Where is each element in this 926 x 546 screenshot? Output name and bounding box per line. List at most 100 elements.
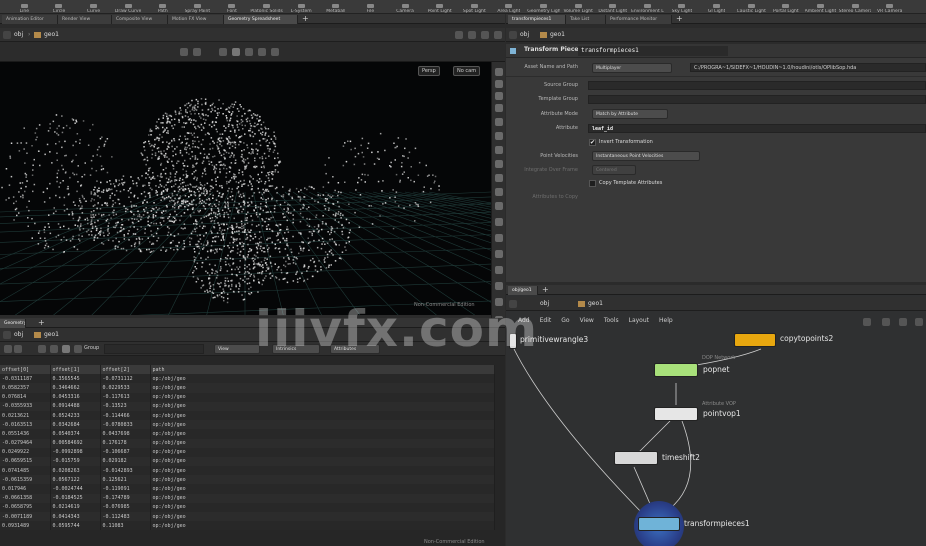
table-row[interactable]: -0.0658795 0.0214619 -0.076985 op:/obj/geo xyxy=(0,502,495,512)
snapshot-icon[interactable] xyxy=(193,48,201,56)
home-icon[interactable] xyxy=(495,104,503,112)
shelf-tool[interactable]: Metaball xyxy=(320,0,353,14)
tab-geometry-spreadsheet[interactable]: Geometry Spreadsheet xyxy=(224,15,298,24)
template-group-field[interactable] xyxy=(588,95,926,104)
shelf-tool[interactable]: Curve xyxy=(77,0,110,14)
cam-menu[interactable]: No cam xyxy=(453,66,481,76)
tab-transformpieces[interactable]: transformpieces1 xyxy=(508,15,566,24)
vertices-mode-icon[interactable] xyxy=(14,345,22,353)
display-options-icon[interactable] xyxy=(180,48,188,56)
light-icon[interactable] xyxy=(495,92,503,100)
table-row[interactable]: 0.017946 -0.0024744 -0.119091 op:/obj/geo xyxy=(0,484,495,494)
render-icon[interactable] xyxy=(495,250,503,258)
table-row[interactable]: -0.0661358 -0.0184525 -0.174789 op:/obj/geo xyxy=(0,493,495,503)
uv-icon[interactable] xyxy=(495,188,503,196)
path-node[interactable]: geo1 xyxy=(550,30,565,40)
detail-mode-icon[interactable] xyxy=(50,345,58,353)
handle-icon[interactable] xyxy=(258,48,266,56)
camera-icon[interactable] xyxy=(495,234,503,242)
shading-icon[interactable] xyxy=(219,48,227,56)
shelf-tool[interactable]: Caustic Light xyxy=(735,0,768,14)
table-row[interactable]: 0.076814 0.0453316 -0.117613 op:/obj/geo xyxy=(0,392,495,402)
points-mode-icon[interactable] xyxy=(4,345,12,353)
node-name-field[interactable]: transformpieces1 xyxy=(578,46,728,56)
ortho-icon[interactable] xyxy=(495,80,503,88)
add-tab-icon[interactable]: + xyxy=(676,14,683,23)
flipbook-icon[interactable] xyxy=(495,282,503,290)
group-field[interactable] xyxy=(104,344,204,354)
attribute-field[interactable]: leaf_id xyxy=(588,124,926,133)
table-row[interactable]: 0.0551436 0.0540374 0.0437698 op:/obj/geo xyxy=(0,429,495,439)
copy-template-attributes-checkbox[interactable] xyxy=(589,180,596,187)
shelf-tool[interactable]: Draw Curve xyxy=(112,0,145,14)
attribute-mode-menu[interactable]: Match by Attribute xyxy=(592,109,668,119)
point-velocities-menu[interactable]: Instantaneous Point Velocities xyxy=(592,151,700,161)
column-header[interactable]: offset[1] xyxy=(50,365,101,375)
shelf-tool[interactable]: Area Light xyxy=(493,0,526,14)
points-icon[interactable] xyxy=(495,174,503,182)
tab-performance-monitor[interactable]: Performance Monitor xyxy=(606,15,672,24)
tab-take-list[interactable]: Take List xyxy=(566,15,606,24)
shelf-tool[interactable]: Line xyxy=(8,0,41,14)
table-row[interactable]: 0.0213621 0.0524233 -0.114466 op:/obj/geo xyxy=(0,410,495,421)
copytopoints-node[interactable] xyxy=(734,333,776,347)
primitives-mode-icon[interactable] xyxy=(38,345,46,353)
shelf-tool[interactable]: Circle xyxy=(43,0,76,14)
column-header[interactable]: path xyxy=(150,365,495,375)
shelf-tool[interactable]: Camera xyxy=(389,0,422,14)
timeshift-node[interactable] xyxy=(614,451,658,465)
info-icon[interactable] xyxy=(495,266,503,274)
persp-icon[interactable] xyxy=(495,68,503,76)
split-icon[interactable] xyxy=(468,31,476,39)
shelf-tool[interactable]: File xyxy=(354,0,387,14)
shelf-tool[interactable]: Font xyxy=(216,0,249,14)
column-header[interactable]: offset[0] xyxy=(0,365,51,375)
integrate-over-frame-menu[interactable]: Centered xyxy=(592,165,636,175)
tab-composite-view[interactable]: Composite View xyxy=(112,15,168,24)
back-icon[interactable] xyxy=(3,331,11,339)
popnet-node[interactable] xyxy=(654,363,698,377)
add-tab-icon[interactable]: + xyxy=(38,318,45,327)
table-row[interactable]: 0.0931489 0.0595744 0.11083 op:/obj/geo xyxy=(0,521,495,531)
view-menu[interactable]: View xyxy=(214,344,260,354)
shelf-tool[interactable]: Platonic Solids xyxy=(250,0,283,14)
ghost-icon[interactable] xyxy=(495,132,503,140)
invert-transformation-checkbox[interactable]: ✔ xyxy=(589,139,596,146)
shelf-tool[interactable]: Stereo Camera xyxy=(839,0,871,14)
shelf-tool[interactable]: Volume Light xyxy=(562,0,595,14)
table-row[interactable]: -0.0071189 0.0414343 -0.112483 op:/obj/geo xyxy=(0,512,495,522)
scene-viewport[interactable]: Persp No cam Non-Commercial Edition xyxy=(0,62,491,315)
path-node[interactable]: geo1 xyxy=(44,330,59,340)
pin-icon[interactable] xyxy=(455,31,463,39)
path-context[interactable]: obj xyxy=(520,30,529,40)
record-icon[interactable] xyxy=(495,298,503,306)
tab-render-view[interactable]: Render View xyxy=(58,15,112,24)
select-icon[interactable] xyxy=(232,48,240,56)
snap-icon[interactable] xyxy=(271,48,279,56)
grid-icon[interactable] xyxy=(495,202,503,210)
back-icon[interactable] xyxy=(3,31,11,39)
normals-icon[interactable] xyxy=(495,160,503,168)
primitivewrangle-node[interactable] xyxy=(509,333,517,349)
shelf-tool[interactable]: Sky Light xyxy=(666,0,699,14)
asset-menu[interactable]: Multiplayer xyxy=(592,63,672,73)
tab-animation-editor[interactable]: Animation Editor xyxy=(2,15,58,24)
shelf-tool[interactable]: Spot Light xyxy=(458,0,491,14)
pointvop-node[interactable] xyxy=(654,407,698,421)
table-row[interactable]: 0.0582357 0.3464662 0.0229533 op:/obj/geo xyxy=(0,383,495,393)
back-icon[interactable] xyxy=(509,31,517,39)
path-node[interactable]: geo1 xyxy=(44,30,59,40)
network-editor[interactable]: obj/geo1 + obj geo1 Add Edit Go View Too… xyxy=(506,285,926,546)
source-group-field[interactable] xyxy=(588,81,926,90)
shelf-tool[interactable]: Portal Light xyxy=(770,0,803,14)
help-icon[interactable] xyxy=(494,31,502,39)
shelf-tool[interactable]: Geometry Light xyxy=(527,0,560,14)
tab-sheet[interactable]: Geometry Spreadsheet xyxy=(0,319,26,328)
table-row[interactable]: 0.0249922 -0.0992898 -0.106687 op:/obj/geo xyxy=(0,447,495,457)
table-row[interactable]: 0.0741485 0.0208263 -0.0142893 op:/obj/geo xyxy=(0,466,495,476)
transformpieces-node[interactable] xyxy=(638,517,680,531)
wire-icon[interactable] xyxy=(495,146,503,154)
table-row[interactable]: -0.0311187 0.3565545 -0.0731112 op:/obj/geo xyxy=(0,374,495,384)
table-row[interactable]: -0.0279464 0.00584692 0.176178 op:/obj/geo xyxy=(0,438,495,448)
camera-menu[interactable]: Persp xyxy=(418,66,440,76)
